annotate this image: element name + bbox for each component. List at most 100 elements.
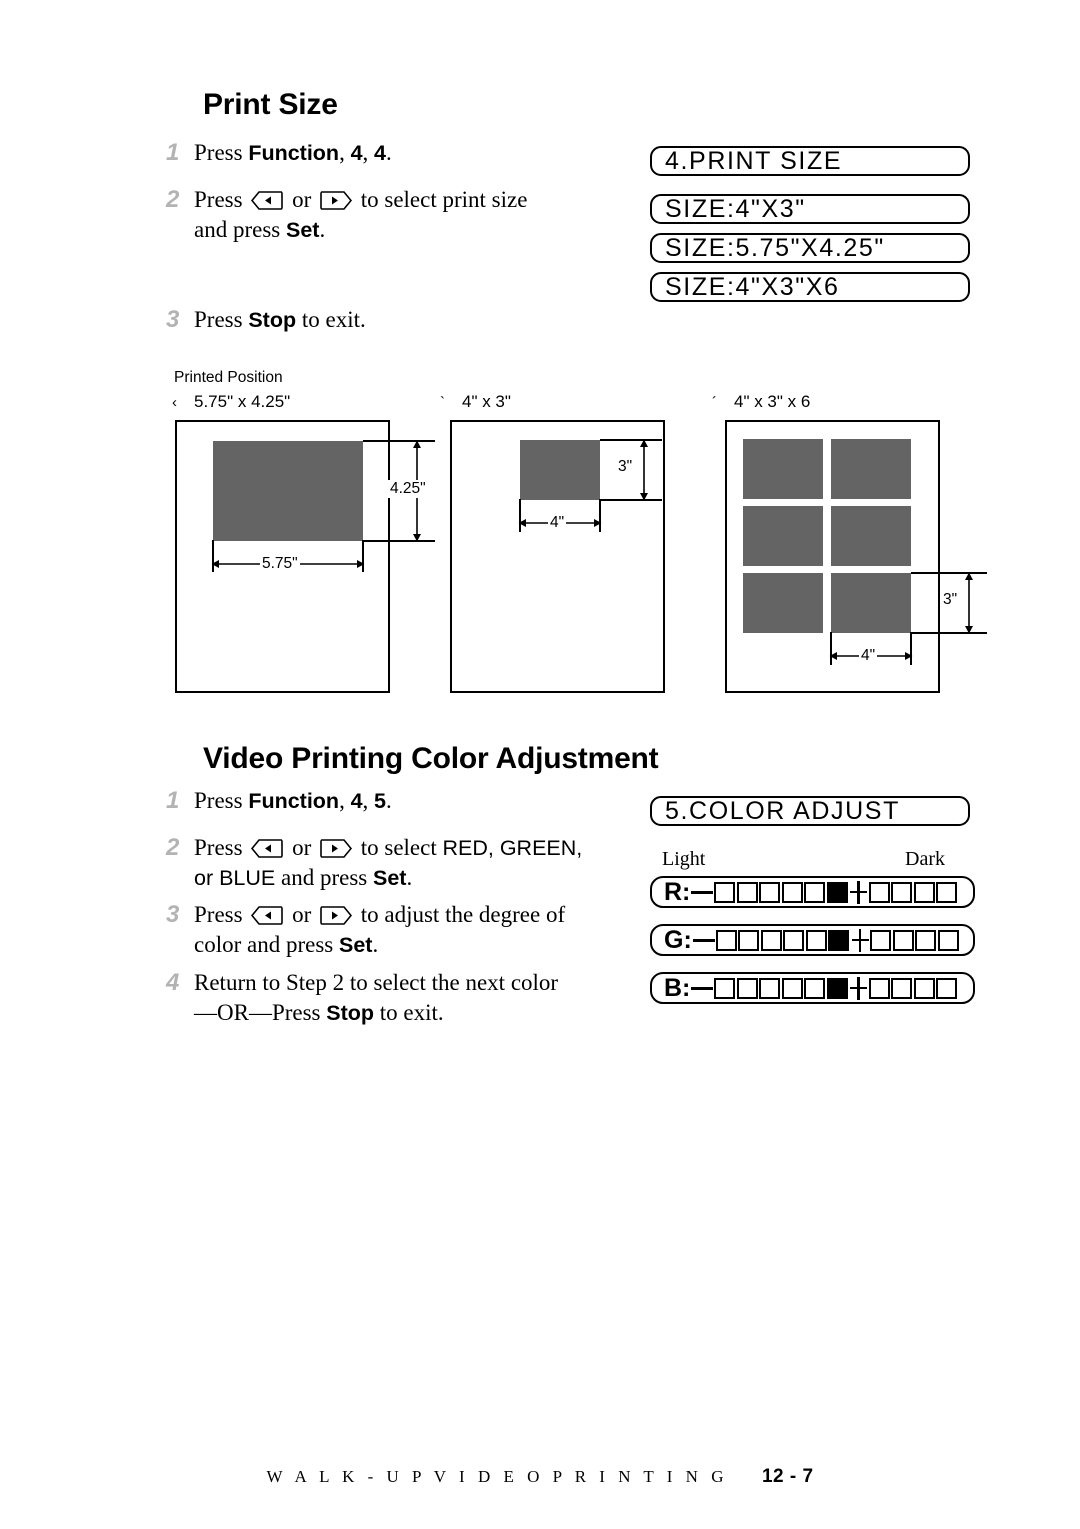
dim-arrow-vertical-2 <box>640 439 648 501</box>
scale-cell[interactable] <box>868 881 890 903</box>
step-text-press: Press <box>194 187 249 212</box>
lcd-option-575x425: SIZE:5.75"X4.25" <box>650 233 970 263</box>
step-text-adjust: to adjust the degree of <box>354 902 566 927</box>
scale-cell-active[interactable] <box>826 977 848 999</box>
key-set: Set <box>285 218 320 242</box>
plus-icon <box>851 928 869 952</box>
scale-cell-active[interactable] <box>826 881 848 903</box>
step-text-or: or <box>286 902 317 927</box>
scale-cell[interactable] <box>714 881 736 903</box>
scale-cell[interactable] <box>759 977 781 999</box>
step-text-press: Press <box>194 902 249 927</box>
step-text-select: to select <box>354 835 443 860</box>
step-text-color-press: color and press <box>194 932 339 957</box>
scale-cell-active[interactable] <box>828 929 850 951</box>
diagram-label-1: ‹ 5.75" x 4.25" <box>172 392 290 412</box>
key-4a: 4 <box>350 141 363 165</box>
step-text-exit: to exit. <box>296 307 366 332</box>
scale-cell[interactable] <box>892 929 914 951</box>
step-text-suffix: . <box>386 788 392 813</box>
key-stop: Stop <box>248 308 297 332</box>
dim-ext-bottom-3 <box>911 632 987 634</box>
step-text: Press or to adjust the degree of color a… <box>194 900 565 960</box>
key-function: Function <box>248 789 340 813</box>
dim-arrow-vertical-3 <box>965 572 973 634</box>
scale-cell[interactable] <box>936 977 958 999</box>
dim-label-width-1: 5.75" <box>260 555 300 573</box>
scale-label-light: Light <box>662 848 706 870</box>
step-text-and-press: and press <box>194 217 286 242</box>
scale-cell[interactable] <box>936 881 958 903</box>
scale-cell[interactable] <box>891 881 913 903</box>
minus-icon <box>692 938 715 942</box>
step-text-period: . <box>319 217 326 242</box>
right-arrow-key-icon <box>320 191 352 210</box>
scale-cell[interactable] <box>759 881 781 903</box>
dim-label-width-2: 4" <box>548 514 567 532</box>
step-text-and-press: and press <box>275 865 373 890</box>
scale-cell[interactable] <box>891 977 913 999</box>
step-item-print-2: 2 Press or to select print size and pres… <box>166 185 636 245</box>
sep: , <box>339 140 351 165</box>
dim-ext-bottom-2 <box>600 499 662 501</box>
step-item-color-1: 1 Press Function, 4, 5. <box>166 786 606 816</box>
scale-cell[interactable] <box>738 929 760 951</box>
key-5: 5 <box>374 789 387 813</box>
scale-cell[interactable] <box>714 977 736 999</box>
scale-cell[interactable] <box>868 977 890 999</box>
scale-cell[interactable] <box>870 929 892 951</box>
page-title-color-adjustment: Video Printing Color Adjustment <box>203 742 659 775</box>
step-item-color-2: 2 Press or to select RED, GREEN, or BLUE… <box>166 833 636 893</box>
scale-cell[interactable] <box>760 929 782 951</box>
plus-icon <box>849 880 868 904</box>
key-set: Set <box>373 866 407 890</box>
scale-cell[interactable] <box>805 929 827 951</box>
step-text-return: Return to Step 2 to select the next colo… <box>194 970 559 995</box>
step-text-prefix: Press <box>194 140 249 165</box>
step-text-press: Press <box>194 307 249 332</box>
lcd-color-bar-green[interactable]: G: <box>650 924 975 956</box>
scale-cell[interactable] <box>736 881 758 903</box>
key-set: Set <box>339 933 373 957</box>
left-arrow-key-icon <box>251 191 284 210</box>
step-number: 1 <box>166 139 180 166</box>
scale-cell[interactable] <box>715 929 737 951</box>
step-number: 2 <box>166 186 180 213</box>
diagram-label-3: ´ 4" x 3" x 6 <box>712 392 810 412</box>
scale-cell[interactable] <box>804 977 826 999</box>
step-number: 3 <box>166 306 180 333</box>
step-item-print-3: 3 Press Stop to exit. <box>166 305 596 335</box>
left-arrow-key-icon <box>251 839 284 858</box>
step-number: 3 <box>166 901 180 928</box>
step-item-color-4: 4 Return to Step 2 to select the next co… <box>166 968 636 1028</box>
scale-cell[interactable] <box>913 977 935 999</box>
step-text-period: . <box>372 932 379 957</box>
scale-cell[interactable] <box>937 929 959 951</box>
key-4b: 4 <box>374 141 387 165</box>
print-area-patch-3-2 <box>831 439 911 499</box>
step-text: Press or to select RED, GREEN, or BLUE a… <box>194 833 582 893</box>
scale-cell[interactable] <box>781 881 803 903</box>
footer-chapter-title: W A L K - U P V I D E O P R I N T I N G <box>266 1467 728 1486</box>
step-item-print-1: 1 Press Function, 4, 4. <box>166 138 596 168</box>
left-arrow-key-icon <box>251 906 284 925</box>
step-text-exit: to exit. <box>374 1000 444 1025</box>
step-text: Return to Step 2 to select the next colo… <box>194 968 558 1028</box>
print-area-patch-3-6 <box>831 573 911 633</box>
diagram-print-area-4x3x6: 3" 4" <box>725 420 995 705</box>
lcd-color-adjust-title: 5.COLOR ADJUST <box>650 796 970 826</box>
step-text-press: Press <box>194 788 249 813</box>
scale-cell[interactable] <box>736 977 758 999</box>
scale-cell[interactable] <box>804 881 826 903</box>
step-text: Press Stop to exit. <box>194 305 366 335</box>
lcd-color-bar-blue[interactable]: B: <box>650 972 975 1004</box>
scale-cell[interactable] <box>781 977 803 999</box>
key-function: Function <box>248 141 340 165</box>
dim-label-height-3: 3" <box>941 591 960 609</box>
dim-ext-bottom-1 <box>363 540 435 542</box>
scale-cell[interactable] <box>915 929 937 951</box>
scale-cell[interactable] <box>913 881 935 903</box>
scale-cell[interactable] <box>783 929 805 951</box>
lcd-color-bar-red[interactable]: R: <box>650 876 975 908</box>
diagram-print-area-4x3: 3" 4" <box>450 420 710 705</box>
